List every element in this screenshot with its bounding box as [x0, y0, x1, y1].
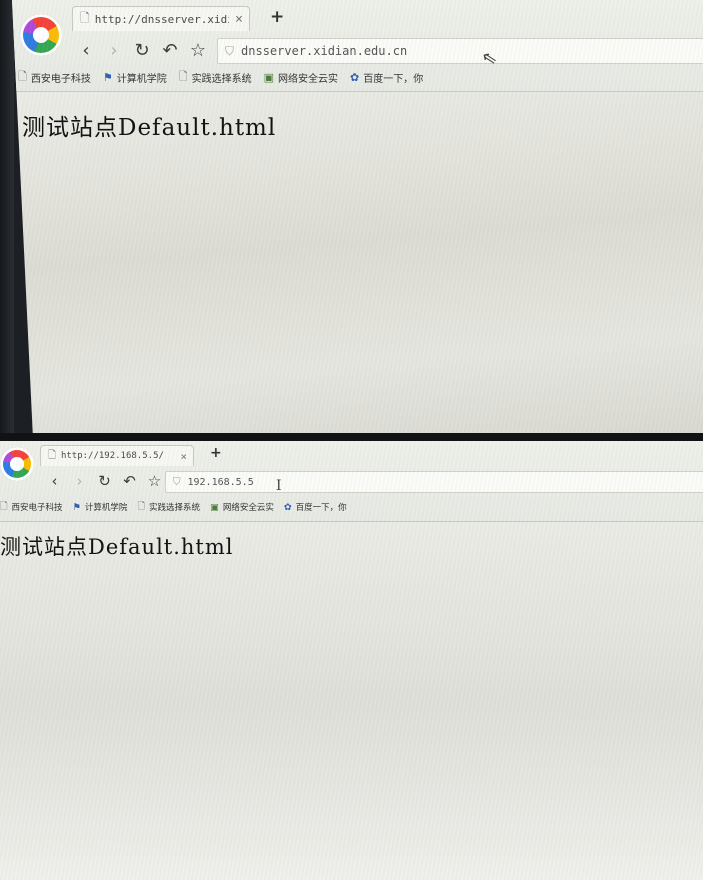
bookmark-label: 实践选择系统: [148, 503, 200, 513]
page-icon: 🗋: [178, 69, 188, 83]
bookmark-baidu[interactable]: ✿ 百度一下，你: [350, 70, 423, 85]
paw-icon: ✿: [283, 501, 292, 513]
page-content-text: 测试站点Default.html: [22, 115, 277, 141]
bookmark-label: 百度一下，你: [295, 503, 347, 513]
bookmark-label: 网络安全云实: [278, 73, 338, 85]
bookmark-cs-college[interactable]: ⚑ 计算机学院: [103, 70, 167, 85]
browser-window: 🗋 http://dnsserver.xidian. × + ‹ › ↻ ↶ ☆…: [12, 0, 703, 433]
star-icon[interactable]: ☆: [142, 472, 167, 490]
forward-icon[interactable]: ›: [100, 40, 128, 61]
page-icon: 🗋: [0, 501, 8, 512]
image-icon: ▣: [209, 501, 219, 513]
address-bar[interactable]: ⛉ dnsserver.xidian.edu.cn: [217, 38, 703, 64]
browser-chrome: 🗋 http://192.168.5.5/ × + ‹ › ↻ ↶ ☆ ⛉ 19…: [0, 441, 703, 522]
bookmark-cs-college[interactable]: ⚑ 计算机学院: [72, 501, 128, 514]
undo-close-icon[interactable]: ↶: [156, 40, 184, 61]
tab-title: http://192.168.5.5/: [60, 451, 164, 461]
shield-icon: ⛉: [173, 476, 181, 488]
screenshot-bottom: 🗋 http://192.168.5.5/ × + ‹ › ↻ ↶ ☆ ⛉ 19…: [0, 433, 703, 880]
bookmark-netsec-cloud[interactable]: ▣ 网络安全云实: [209, 501, 274, 514]
address-url: dnsserver.xidian.edu.cn: [241, 44, 408, 58]
bookmark-netsec-cloud[interactable]: ▣ 网络安全云实: [264, 70, 338, 85]
page-icon: 🗋: [137, 501, 145, 512]
reload-icon[interactable]: ↻: [92, 472, 117, 490]
bookmarks-bar: 🗋 西安电子科技 ⚑ 计算机学院 🗋 实践选择系统 ▣ 网络安全云实 ✿ 百度一…: [0, 497, 703, 517]
bookmark-label: 百度一下，你: [363, 73, 424, 85]
close-icon[interactable]: ×: [180, 450, 187, 463]
page-icon: 🗋: [48, 449, 56, 461]
undo-close-icon[interactable]: ↶: [117, 472, 142, 490]
back-icon[interactable]: ‹: [42, 472, 67, 490]
bookmark-practice-system[interactable]: 🗋 实践选择系统: [179, 68, 252, 87]
bookmark-label: 网络安全云实: [222, 503, 274, 513]
nav-toolbar: ‹ › ↻ ↶ ☆: [42, 469, 167, 493]
browser-logo-icon[interactable]: [0, 447, 34, 481]
address-bar[interactable]: ⛉ 192.168.5.5: [165, 471, 703, 493]
bookmark-label: 计算机学院: [84, 503, 128, 513]
bookmark-label: 西安电子科技: [30, 73, 91, 85]
monitor-bezel: [0, 0, 14, 433]
browser-tab[interactable]: 🗋 http://192.168.5.5/ ×: [40, 445, 194, 466]
bookmark-xidian[interactable]: 🗋 西安电子科技: [18, 68, 91, 87]
new-tab-button[interactable]: +: [270, 7, 284, 27]
browser-chrome: 🗋 http://dnsserver.xidian. × + ‹ › ↻ ↶ ☆…: [12, 0, 703, 92]
star-icon[interactable]: ☆: [184, 40, 212, 61]
bookmark-label: 西安电子科技: [11, 503, 63, 513]
image-icon: ▣: [263, 70, 274, 84]
address-url: 192.168.5.5: [187, 476, 254, 488]
text-cursor-icon: I: [276, 478, 282, 494]
bookmark-label: 实践选择系统: [191, 73, 252, 85]
pin-icon: ⚑: [102, 70, 113, 84]
page-icon: 🗋: [18, 69, 27, 83]
bookmarks-bar: 🗋 西安电子科技 ⚑ 计算机学院 🗋 实践选择系统 ▣ 网络安全云实 ✿ 百度一…: [12, 66, 703, 88]
close-icon[interactable]: ×: [235, 12, 243, 27]
bookmark-label: 计算机学院: [116, 73, 167, 85]
browser-window: 🗋 http://192.168.5.5/ × + ‹ › ↻ ↶ ☆ ⛉ 19…: [0, 441, 703, 880]
forward-icon[interactable]: ›: [67, 472, 92, 490]
back-icon[interactable]: ‹: [72, 40, 100, 61]
pin-icon: ⚑: [72, 501, 81, 513]
bookmark-baidu[interactable]: ✿ 百度一下，你: [283, 501, 347, 514]
new-tab-button[interactable]: +: [210, 445, 222, 461]
paw-icon: ✿: [350, 70, 360, 84]
browser-logo-icon[interactable]: [20, 14, 62, 56]
nav-toolbar: ‹ › ↻ ↶ ☆: [72, 36, 212, 64]
bookmark-practice-system[interactable]: 🗋 实践选择系统: [137, 499, 200, 515]
shield-icon: ⛉: [225, 43, 235, 58]
screenshot-top: 🗋 http://dnsserver.xidian. × + ‹ › ↻ ↶ ☆…: [0, 0, 703, 433]
page-content-text: 测试站点Default.html: [0, 535, 234, 559]
page-icon: 🗋: [80, 10, 90, 25]
bookmark-xidian[interactable]: 🗋 西安电子科技: [0, 499, 63, 515]
browser-tab[interactable]: 🗋 http://dnsserver.xidian. ×: [72, 6, 250, 31]
reload-icon[interactable]: ↻: [128, 40, 156, 61]
tab-title: http://dnsserver.xidian.: [94, 12, 229, 26]
